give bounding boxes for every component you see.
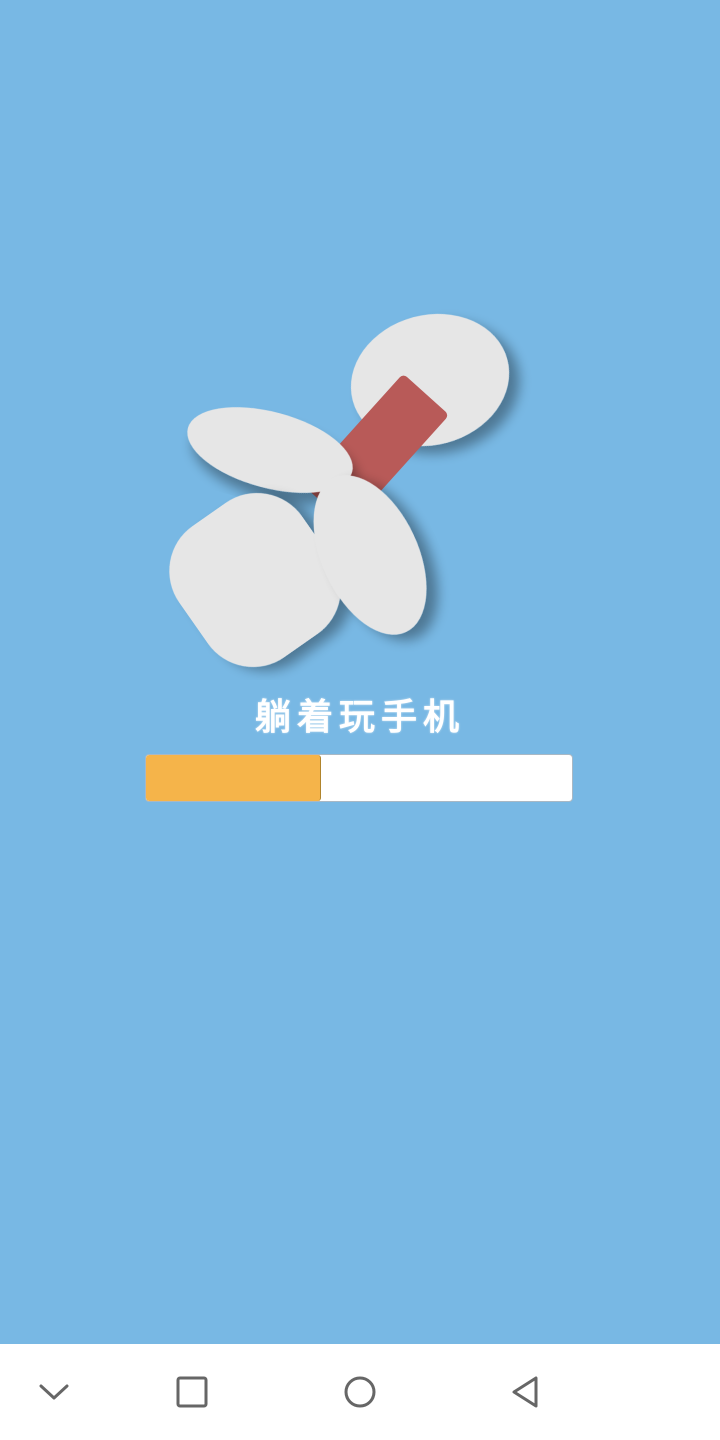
loading-progress-fill bbox=[146, 755, 321, 801]
loading-progress-bar bbox=[145, 754, 573, 802]
system-nav-bar bbox=[0, 1344, 720, 1440]
nav-recents-button[interactable] bbox=[168, 1368, 216, 1416]
nav-collapse-button[interactable] bbox=[30, 1368, 78, 1416]
recents-square-icon bbox=[176, 1376, 208, 1408]
nav-home-button[interactable] bbox=[336, 1368, 384, 1416]
nav-back-button[interactable] bbox=[502, 1368, 550, 1416]
chevron-down-icon bbox=[39, 1384, 69, 1400]
splash-screen: 躺着玩手机 bbox=[0, 0, 720, 1440]
home-circle-icon bbox=[344, 1376, 376, 1408]
game-title: 躺着玩手机 bbox=[254, 697, 465, 738]
splash-illustration bbox=[169, 313, 510, 667]
back-triangle-icon bbox=[512, 1376, 538, 1408]
